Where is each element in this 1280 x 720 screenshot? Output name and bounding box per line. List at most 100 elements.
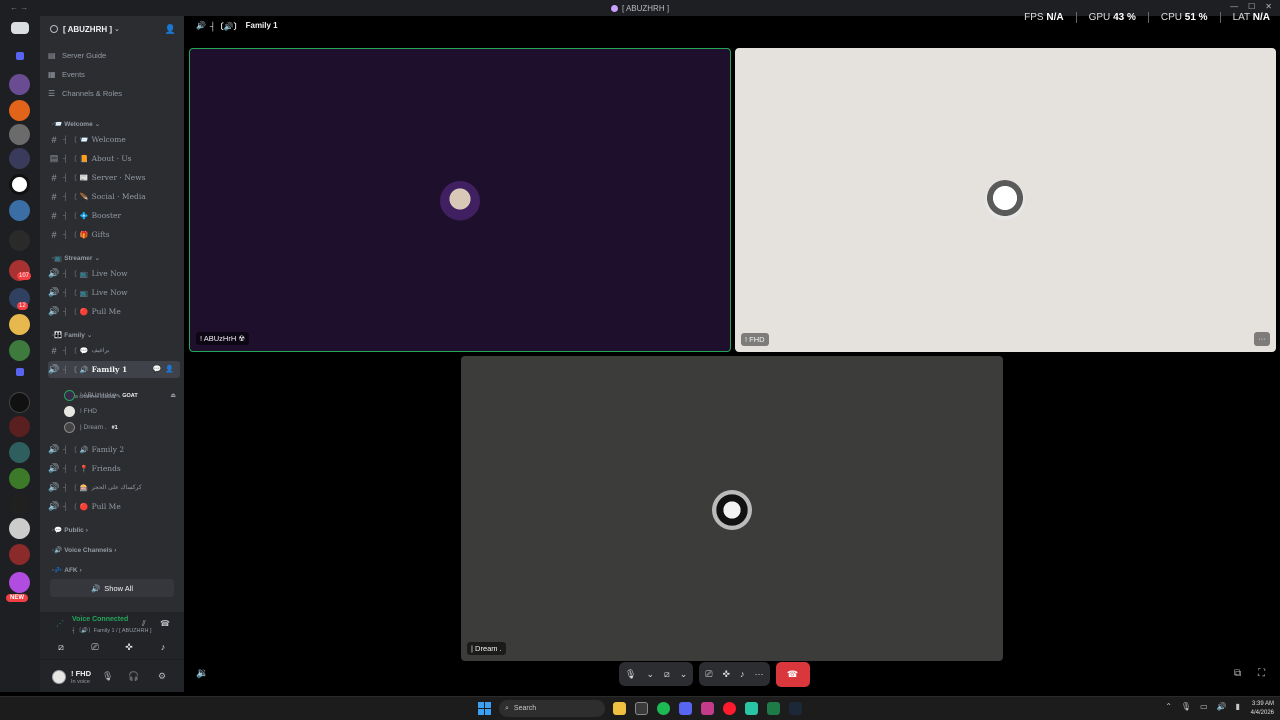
category-streamer[interactable]: ·📺 Streamer ⌄ bbox=[52, 254, 100, 263]
disconnect-icon[interactable]: ☎ bbox=[160, 619, 170, 628]
voice-user[interactable]: | Dream . #1 bbox=[64, 420, 180, 435]
file-explorer-icon[interactable] bbox=[613, 702, 626, 715]
app-icon[interactable] bbox=[745, 702, 758, 715]
server-icon[interactable] bbox=[9, 74, 30, 95]
voice-user[interactable]: ! ABUzHrH ☢ GOAT ⏏ bbox=[64, 388, 180, 403]
avatar[interactable] bbox=[52, 670, 66, 684]
nav-channels-roles[interactable]: ☰ Channels & Roles bbox=[48, 85, 176, 101]
participant-tile[interactable]: ! ABUzHrH ☢ bbox=[189, 48, 731, 352]
dm-icon[interactable] bbox=[16, 52, 24, 60]
category-afk[interactable]: ·💤 AFK › bbox=[52, 566, 82, 575]
discord-app-icon[interactable] bbox=[679, 702, 692, 715]
battery-icon[interactable]: ▮ bbox=[1236, 702, 1240, 711]
channel-family-1[interactable]: 🔊 ┤ 〔 🔊 Family 1 💬 👤 bbox=[48, 361, 180, 378]
activities-icon[interactable]: ✜ bbox=[722, 669, 730, 680]
soundboard-button[interactable]: ♪ bbox=[149, 639, 177, 655]
server-icon[interactable] bbox=[9, 468, 30, 489]
microphone-tray-icon[interactable]: 🎙 bbox=[1181, 702, 1191, 711]
more-icon[interactable]: ··· bbox=[755, 669, 764, 679]
opera-icon[interactable] bbox=[723, 702, 736, 715]
server-icon[interactable] bbox=[9, 416, 30, 437]
channel-about-us[interactable]: ▤ ┤ 〔 📙 About · Us bbox=[48, 150, 180, 167]
close-icon[interactable]: ✕ bbox=[1265, 2, 1272, 11]
channel-booster[interactable]: # ┤ 〔 💠 Booster bbox=[48, 207, 180, 224]
channel-arabic-voice[interactable]: 🔊 ┤ 〔 🎰 كركساك على الحجر bbox=[48, 479, 180, 496]
headphones-icon[interactable]: 🎧 bbox=[128, 671, 139, 682]
invite-icon[interactable]: 👤 bbox=[165, 24, 176, 35]
channel-pull-me-1[interactable]: 🔊 ┤ 〔 🔴 Pull Me bbox=[48, 303, 180, 320]
excel-icon[interactable] bbox=[767, 702, 780, 715]
username[interactable]: ! FHD bbox=[71, 669, 91, 678]
channel-friends[interactable]: 🔊 ┤ 〔 📍 Friends bbox=[48, 460, 180, 477]
server-icon[interactable] bbox=[9, 518, 30, 539]
server-icon[interactable] bbox=[9, 200, 30, 221]
discord-home-icon[interactable] bbox=[11, 22, 29, 34]
server-icon[interactable] bbox=[9, 314, 30, 335]
server-icon[interactable] bbox=[9, 544, 30, 565]
nav-server-guide[interactable]: ▤ Server Guide bbox=[48, 47, 176, 63]
channel-live-now-2[interactable]: 🔊 ┤ 〔 📺 Live Now bbox=[48, 284, 180, 301]
server-icon[interactable] bbox=[9, 442, 30, 463]
taskbar-search[interactable]: ⌕ Search bbox=[499, 700, 605, 717]
microphone-icon[interactable]: 🎙 bbox=[102, 671, 113, 682]
server-icon[interactable] bbox=[9, 494, 30, 515]
network-icon[interactable]: ▭ bbox=[1200, 702, 1208, 711]
channel-pull-me-2[interactable]: 🔊 ┤ 〔 🔴 Pull Me bbox=[48, 498, 180, 515]
chat-icon[interactable]: 💬 bbox=[153, 364, 162, 373]
nav-events[interactable]: ▦ Events bbox=[48, 66, 176, 82]
channel-server-news[interactable]: # ┤ 〔 📰 Server · News bbox=[48, 169, 180, 186]
signal-icon[interactable]: ⋰ bbox=[56, 619, 64, 628]
category-welcome[interactable]: ·📨 Welcome ⌄ bbox=[52, 120, 100, 129]
clock[interactable]: 3:39 AM 4/4/2026 bbox=[1251, 700, 1274, 718]
server-icon[interactable] bbox=[9, 392, 30, 413]
settings-icon[interactable]: ⚙ bbox=[158, 671, 166, 682]
server-icon[interactable] bbox=[9, 340, 30, 361]
back-forward-icons[interactable]: ← → bbox=[10, 3, 28, 12]
app-icon[interactable] bbox=[701, 702, 714, 715]
maximize-icon[interactable]: ☐ bbox=[1248, 2, 1255, 11]
steam-icon[interactable] bbox=[789, 702, 802, 715]
chevron-up-icon[interactable]: ⌃ bbox=[1165, 702, 1172, 711]
popout-icon[interactable]: ⧉ bbox=[1234, 668, 1241, 679]
participant-tile[interactable]: | Dream . bbox=[461, 356, 1003, 661]
category-voice-channels[interactable]: ·🔊 Voice Channels › bbox=[52, 546, 116, 555]
voice-channel-path[interactable]: ┤〔🔊〕Family 1 / [ ABUZHRH ] bbox=[72, 626, 152, 634]
volume-icon[interactable]: 🔊 bbox=[1217, 702, 1227, 711]
activities-button[interactable]: ✜ bbox=[115, 639, 143, 655]
start-button[interactable] bbox=[478, 702, 491, 715]
more-options-icon[interactable]: ··· bbox=[1254, 332, 1270, 346]
fullscreen-icon[interactable]: ⛶ bbox=[1258, 668, 1265, 679]
voice-status[interactable]: Voice Connected bbox=[72, 616, 128, 623]
voice-activity-icon[interactable]: 🔉 bbox=[196, 668, 208, 679]
screen-share-button[interactable]: ⎚ bbox=[81, 639, 109, 655]
channel-family-2[interactable]: 🔊 ┤ 〔 🔊 Family 2 bbox=[48, 441, 180, 458]
server-icon[interactable] bbox=[9, 124, 30, 145]
server-icon[interactable] bbox=[9, 572, 30, 593]
channel-gifts[interactable]: # ┤ 〔 🎁 Gifts bbox=[48, 226, 180, 243]
microphone-icon[interactable]: 🎙 bbox=[625, 669, 636, 680]
camera-off-icon[interactable]: ⧄ bbox=[664, 669, 670, 680]
camera-off-button[interactable]: ⧄ bbox=[47, 639, 75, 655]
participant-tile[interactable]: ! FHD ··· bbox=[735, 48, 1276, 352]
chevron-down-icon[interactable]: ⌄ bbox=[646, 669, 654, 680]
server-icon[interactable] bbox=[9, 100, 30, 121]
chevron-down-icon[interactable]: ⌄ bbox=[680, 669, 688, 680]
server-icon[interactable] bbox=[9, 174, 30, 195]
channel-welcome[interactable]: # ┤ 〔 📨 Welcome bbox=[48, 131, 180, 148]
calendar-app-icon[interactable] bbox=[635, 702, 648, 715]
category-family[interactable]: ·👪 Family ⌄ bbox=[52, 331, 92, 340]
add-member-icon[interactable]: 👤 bbox=[165, 364, 174, 373]
spotify-icon[interactable] bbox=[657, 702, 670, 715]
channel-live-now-1[interactable]: 🔊 ┤ 〔 📺 Live Now bbox=[48, 265, 180, 282]
screen-share-icon[interactable]: ⎚ bbox=[705, 669, 712, 680]
category-public[interactable]: ·💬 Public › bbox=[52, 526, 88, 535]
channel-social-media[interactable]: # ┤ 〔 🪶 Social · Media bbox=[48, 188, 180, 205]
channel-chat-arabic[interactable]: # ┤ 〔 💬 براغيف bbox=[48, 342, 180, 359]
noise-suppression-icon[interactable]: ⫽ bbox=[142, 619, 146, 629]
server-icon[interactable] bbox=[9, 148, 30, 169]
window-controls[interactable]: — ☐ ✕ bbox=[1230, 2, 1272, 11]
minimize-icon[interactable]: — bbox=[1230, 2, 1238, 11]
voice-user[interactable]: ! FHD bbox=[64, 404, 180, 419]
show-all-button[interactable]: 🔊 Show All bbox=[50, 579, 174, 597]
disconnect-button[interactable]: ☎ bbox=[775, 661, 810, 687]
